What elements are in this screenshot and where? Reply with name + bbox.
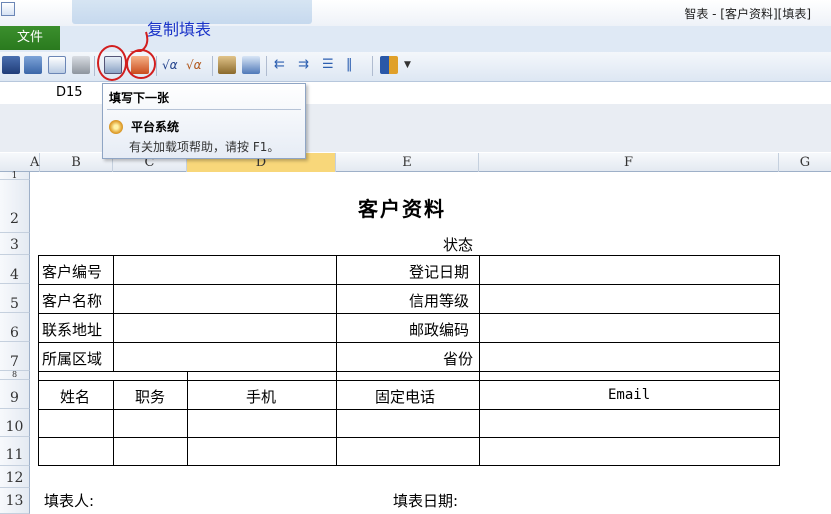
grid-line — [38, 437, 780, 438]
indent-right-icon[interactable]: ⇉ — [298, 56, 316, 74]
column-header-a[interactable]: A — [30, 153, 40, 172]
grid-line — [187, 371, 188, 466]
column-header-f[interactable]: F — [479, 153, 779, 172]
label-province: 省份 — [443, 350, 474, 368]
columns-icon[interactable]: ‖ — [346, 56, 364, 74]
grid-line — [38, 380, 780, 381]
file-tab[interactable]: 文件 — [0, 26, 60, 50]
label-region: 所属区域 — [42, 350, 103, 368]
highlight-circle — [97, 45, 127, 81]
row-header-2[interactable]: 2 — [0, 180, 30, 233]
filler-label: 填表人: — [44, 492, 95, 510]
toolbar-separator — [266, 56, 267, 76]
row-header-10[interactable]: 10 — [0, 409, 30, 437]
label-postcode: 邮政编码 — [409, 321, 470, 339]
document-icon[interactable] — [48, 56, 66, 74]
tooltip: 填写下一张 平台系统 有关加载项帮助，请按 F1。 — [102, 83, 306, 159]
formula-icon[interactable]: √α — [162, 56, 184, 74]
image-icon[interactable] — [242, 56, 260, 74]
print-icon[interactable] — [72, 56, 90, 74]
highlight-circle — [126, 49, 156, 79]
grid-line — [38, 409, 780, 410]
edit-icon[interactable] — [24, 56, 42, 74]
header-position: 职务 — [135, 388, 166, 406]
toolbar-separator — [156, 56, 157, 76]
row-header-5[interactable]: 5 — [0, 284, 30, 313]
row-header-9[interactable]: 9 — [0, 380, 30, 409]
sheet-title: 客户资料 — [358, 197, 446, 221]
toolbar-separator — [372, 56, 373, 76]
app-icon[interactable] — [1, 2, 15, 16]
grid-line — [479, 255, 480, 466]
grid-line — [38, 255, 780, 256]
gear-icon — [109, 120, 123, 134]
row-header-11[interactable]: 11 — [0, 437, 30, 466]
tooltip-title: 填写下一张 — [109, 91, 170, 105]
row-header-13[interactable]: 13 — [0, 488, 30, 514]
indent-left-icon[interactable]: ⇇ — [274, 56, 292, 74]
row-header-8[interactable]: 8 — [0, 371, 30, 380]
grid-line — [38, 371, 780, 372]
column-header-e[interactable]: E — [336, 153, 479, 172]
grid-line — [779, 255, 780, 466]
label-customer-name: 客户名称 — [42, 292, 103, 310]
label-credit-level: 信用等级 — [409, 292, 470, 310]
status-label: 状态 — [443, 236, 474, 254]
header-mobile: 手机 — [246, 388, 277, 406]
select-all-corner[interactable] — [0, 153, 30, 172]
toolbar-separator — [212, 56, 213, 76]
label-customer-id: 客户编号 — [42, 263, 103, 281]
tooltip-addin-name: 平台系统 — [131, 120, 180, 134]
grid-line — [38, 342, 780, 343]
row-header-1[interactable]: 1 — [0, 172, 30, 181]
paste-icon[interactable] — [218, 56, 236, 74]
row-header-7[interactable]: 7 — [0, 342, 30, 371]
formula-check-icon[interactable]: √α — [186, 56, 208, 74]
grid-line — [38, 284, 780, 285]
header-phone: 固定电话 — [375, 388, 436, 406]
align-icon[interactable]: ☰ — [322, 56, 340, 74]
header-email: Email — [608, 387, 651, 403]
grid-line — [113, 380, 114, 466]
save-icon[interactable] — [2, 56, 20, 74]
row-header-3[interactable]: 3 — [0, 233, 30, 255]
column-header-g[interactable]: G — [779, 153, 831, 172]
header-name: 姓名 — [60, 388, 91, 406]
fill-date-label: 填表日期: — [393, 492, 459, 510]
grid-line — [113, 255, 114, 371]
grid-line — [38, 255, 39, 466]
grid-line — [38, 465, 780, 466]
row-header-4[interactable]: 4 — [0, 255, 30, 284]
dropdown-icon[interactable]: ▼ — [404, 56, 416, 74]
row-header-12[interactable]: 12 — [0, 466, 30, 488]
label-address: 联系地址 — [42, 321, 103, 339]
grid-line — [336, 255, 337, 466]
grid-line — [38, 313, 780, 314]
window-title: 智表 - [客户资料][填表] — [684, 7, 811, 21]
tooltip-divider — [107, 109, 301, 110]
row-header-6[interactable]: 6 — [0, 313, 30, 342]
toolbar-separator — [94, 56, 95, 76]
label-register-date: 登记日期 — [409, 263, 470, 281]
tooltip-help-text: 有关加载项帮助，请按 F1。 — [129, 140, 280, 154]
book-icon[interactable] — [380, 56, 398, 74]
